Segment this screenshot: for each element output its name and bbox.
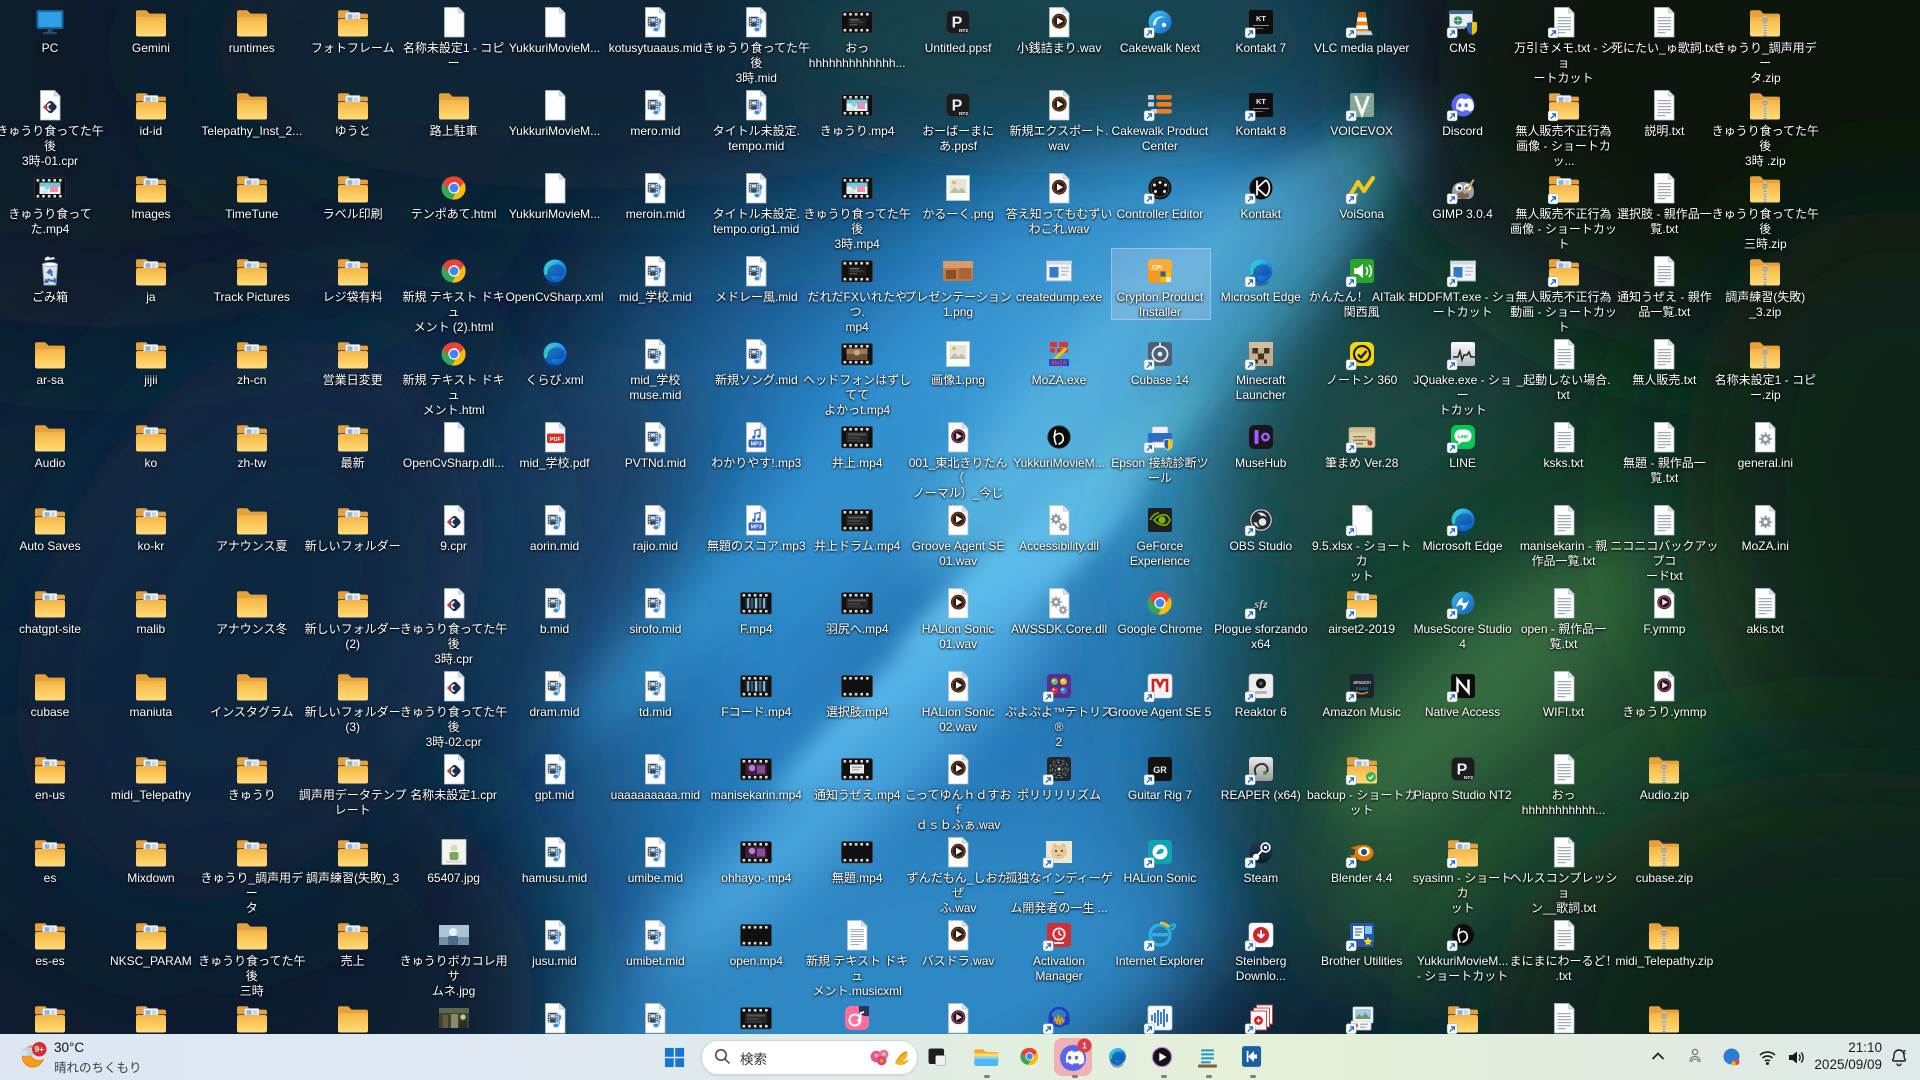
svg-text:1: 1	[1082, 1041, 1087, 1050]
svg-text:z: z	[1903, 1049, 1907, 1056]
svg-text:9+: 9+	[35, 1045, 45, 1054]
